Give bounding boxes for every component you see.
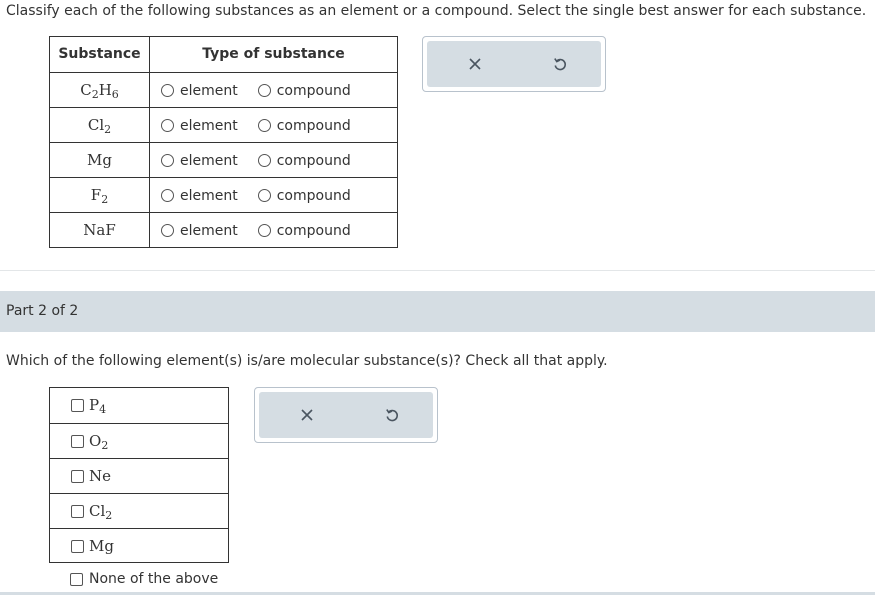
radio-button[interactable] bbox=[161, 119, 174, 132]
part-header-bar: Part 2 of 2 bbox=[0, 291, 875, 332]
choice-row[interactable]: Ne bbox=[50, 458, 228, 493]
radio-button[interactable] bbox=[161, 224, 174, 237]
table-row: Cl2 element compound bbox=[50, 107, 397, 143]
choice-label: Ne bbox=[89, 467, 112, 485]
checkbox[interactable] bbox=[71, 504, 84, 518]
radio-button[interactable] bbox=[257, 224, 271, 237]
element-option[interactable]: element bbox=[161, 188, 238, 204]
part-header: Part 2 of 2 bbox=[6, 303, 79, 319]
part1-instruction: Classify each of the following substance… bbox=[6, 3, 867, 19]
choice-label: Mg bbox=[89, 537, 114, 555]
table-header-row: Substance Type of substance bbox=[50, 37, 397, 72]
type-header: Type of substance bbox=[202, 46, 345, 62]
choice-row[interactable]: Cl2 bbox=[50, 493, 228, 528]
choice-row[interactable]: O2 bbox=[50, 423, 228, 458]
choices-table: P4 O2 Ne Cl2 Mg bbox=[49, 387, 229, 563]
substance-formula: F2 bbox=[90, 186, 109, 206]
radio-button[interactable] bbox=[257, 189, 271, 202]
compound-option[interactable]: compound bbox=[257, 118, 351, 134]
x-icon[interactable] bbox=[292, 392, 322, 438]
substance-formula: C2H6 bbox=[80, 81, 119, 101]
choice-label: P4 bbox=[89, 396, 107, 416]
substance-formula: Cl2 bbox=[87, 116, 112, 136]
substance-formula: NaF bbox=[83, 221, 116, 239]
undo-icon[interactable] bbox=[545, 41, 575, 87]
classification-table: Substance Type of substance C2H6 element… bbox=[49, 36, 398, 248]
choice-label: Cl2 bbox=[89, 502, 113, 522]
radio-button[interactable] bbox=[161, 154, 174, 167]
table-row: F2 element compound bbox=[50, 177, 397, 213]
choice-label: O2 bbox=[89, 432, 109, 452]
radio-button[interactable] bbox=[257, 84, 271, 97]
compound-option[interactable]: compound bbox=[257, 223, 351, 239]
bottom-divider bbox=[0, 592, 875, 595]
substance-header: Substance bbox=[58, 46, 141, 62]
radio-button[interactable] bbox=[161, 189, 174, 202]
radio-button[interactable] bbox=[257, 154, 271, 167]
checkbox[interactable] bbox=[71, 434, 84, 448]
part2-question: Which of the following element(s) is/are… bbox=[6, 353, 608, 369]
table-row: C2H6 element compound bbox=[50, 72, 397, 108]
part1-action-panel bbox=[422, 36, 606, 92]
section-divider bbox=[0, 270, 875, 271]
x-icon[interactable] bbox=[460, 41, 490, 87]
part2-action-panel bbox=[254, 387, 438, 443]
element-option[interactable]: element bbox=[161, 153, 238, 169]
checkbox[interactable] bbox=[71, 469, 84, 483]
radio-button[interactable] bbox=[161, 84, 174, 97]
table-row: NaF element compound bbox=[50, 212, 397, 248]
compound-option[interactable]: compound bbox=[257, 188, 351, 204]
compound-option[interactable]: compound bbox=[257, 153, 351, 169]
table-row: Mg element compound bbox=[50, 142, 397, 178]
choice-row[interactable]: P4 bbox=[50, 388, 228, 422]
checkbox[interactable] bbox=[71, 539, 84, 553]
element-option[interactable]: element bbox=[161, 118, 238, 134]
checkbox[interactable] bbox=[70, 572, 83, 586]
undo-icon[interactable] bbox=[377, 392, 407, 438]
choice-row[interactable]: Mg bbox=[50, 528, 228, 563]
element-option[interactable]: element bbox=[161, 223, 238, 239]
none-label: None of the above bbox=[89, 571, 219, 587]
compound-option[interactable]: compound bbox=[257, 83, 351, 99]
radio-button[interactable] bbox=[257, 119, 271, 132]
none-of-the-above-option[interactable]: None of the above bbox=[70, 571, 218, 587]
substance-formula: Mg bbox=[87, 151, 112, 169]
element-option[interactable]: element bbox=[161, 83, 238, 99]
checkbox[interactable] bbox=[71, 398, 84, 412]
